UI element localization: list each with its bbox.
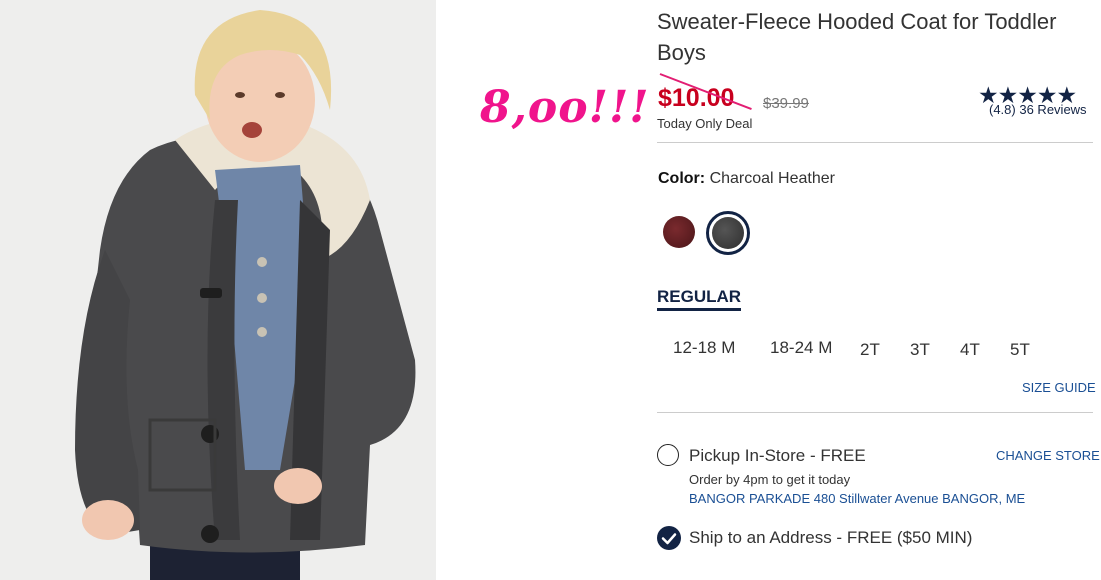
rating-value: (4.8) (989, 102, 1016, 117)
product-title: Sweater-Fleece Hooded Coat for Toddler B… (657, 9, 1057, 65)
color-value: Charcoal Heather (709, 170, 835, 187)
divider (657, 412, 1093, 413)
original-price: $39.99 (763, 95, 809, 112)
check-icon (661, 533, 677, 545)
size-option[interactable]: 2T (860, 340, 880, 360)
price-annotation: 8,oo!!! (480, 82, 650, 133)
size-option[interactable]: 3T (910, 340, 930, 360)
size-option[interactable]: 5T (1010, 340, 1030, 360)
color-label: Color: Charcoal Heather (658, 170, 835, 188)
pickup-label[interactable]: Pickup In-Store - FREE (689, 446, 866, 466)
ship-label[interactable]: Ship to an Address - FREE ($50 MIN) (689, 528, 972, 548)
size-option[interactable]: 18-24 M (770, 338, 832, 358)
size-option[interactable]: 4T (960, 340, 980, 360)
divider (657, 142, 1093, 143)
pickup-order-note: Order by 4pm to get it today (689, 472, 851, 487)
deal-label: Today Only Deal (657, 116, 753, 131)
pickup-radio[interactable] (657, 444, 679, 466)
swatch-burgundy[interactable] (663, 216, 695, 248)
swatch-charcoal[interactable] (712, 217, 744, 249)
size-guide-link[interactable]: SIZE GUIDE (1022, 380, 1096, 395)
ship-radio-checked[interactable] (657, 526, 681, 550)
change-store-link[interactable]: CHANGE STORE (996, 448, 1100, 463)
reviews-link[interactable]: 36 Reviews (1019, 102, 1086, 117)
rating-summary[interactable]: (4.8) 36 Reviews (989, 102, 1087, 117)
size-option[interactable]: 12-18 M (673, 338, 735, 358)
tab-regular[interactable]: REGULAR (657, 287, 742, 311)
store-address-link[interactable]: BANGOR PARKADE 480 Stillwater Avenue BAN… (689, 491, 1025, 506)
product-photo (0, 0, 436, 580)
color-label-key: Color: (658, 170, 706, 187)
